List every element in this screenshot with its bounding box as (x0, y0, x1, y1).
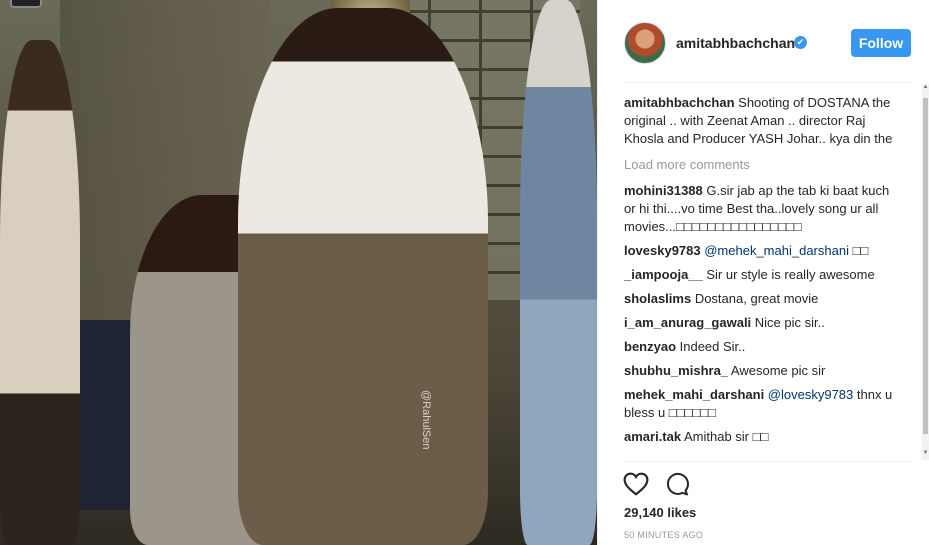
comments-scrollbar[interactable]: ▲ ▼ (922, 84, 929, 460)
comment-username[interactable]: i_am_anurag_gawali (624, 315, 751, 330)
actions-divider (624, 461, 911, 462)
scroll-thumb[interactable] (923, 98, 928, 434)
comment-item: lovesky9783 @mehek_mahi_darshani □□ (624, 242, 904, 260)
comment-username[interactable]: sholaslims (624, 291, 691, 306)
comment-text: Awesome pic sir (728, 363, 826, 378)
comment-username[interactable]: mohini31388 (624, 183, 703, 198)
comments-list[interactable]: amitabhbachchan Shooting of DOSTANA the … (624, 94, 904, 460)
verified-badge-icon: ✔ (794, 36, 807, 49)
photo-person-left (0, 40, 80, 545)
scroll-up-arrow-icon[interactable]: ▲ (922, 84, 929, 94)
comment-text: Sir ur style is really awesome (702, 267, 875, 282)
post-side-panel: amitabhbachchan ✔ Follow amitabhbachchan… (597, 0, 929, 545)
comment-username[interactable]: benzyao (624, 339, 676, 354)
post-header: amitabhbachchan ✔ Follow (598, 0, 929, 82)
comment-text: Indeed Sir.. (676, 339, 746, 354)
comment-item: mohini31388 G.sir jab ap the tab ki baat… (624, 182, 904, 236)
photo-person-right (520, 0, 597, 545)
comment-text: Dostana, great movie (691, 291, 819, 306)
comment-username[interactable]: mehek_mahi_darshani (624, 387, 764, 402)
post-photo[interactable]: @RahulSen (0, 0, 597, 545)
comment-text: Amithab sir □□ (681, 429, 769, 444)
comment-mention[interactable]: @mehek_mahi_darshani (701, 243, 849, 258)
header-divider (624, 82, 911, 83)
comment-item: mehek_mahi_darshani @lovesky9783 thnx u … (624, 386, 904, 422)
comment-username[interactable]: lovesky9783 (624, 243, 701, 258)
comment-item: _iampooja__ Sir ur style is really aweso… (624, 266, 904, 284)
post-username[interactable]: amitabhbachchan (676, 35, 795, 51)
comment-icon[interactable] (664, 472, 690, 496)
comment-text: Nice pic sir.. (751, 315, 825, 330)
photo-person-standing (238, 8, 488, 545)
comment-item: sholaslims Dostana, great movie (624, 290, 904, 308)
heart-icon[interactable] (623, 472, 649, 496)
photo-watermark: @RahulSen (420, 390, 432, 450)
scroll-down-arrow-icon[interactable]: ▼ (922, 450, 929, 460)
caption-username[interactable]: amitabhbachchan (624, 95, 735, 110)
caption: amitabhbachchan Shooting of DOSTANA the … (624, 94, 904, 148)
comment-text: □□ (848, 243, 869, 258)
follow-button[interactable]: Follow (851, 29, 911, 57)
post-timestamp: 50 MINUTES AGO (624, 530, 704, 540)
avatar[interactable] (624, 22, 666, 64)
comment-username[interactable]: amari.tak (624, 429, 681, 444)
comment-mention[interactable]: @lovesky9783 (764, 387, 853, 402)
comment-item: i_am_anurag_gawali Nice pic sir.. (624, 314, 904, 332)
comment-username[interactable]: shubhu_mishra_ (624, 363, 728, 378)
likes-count[interactable]: 29,140 likes (624, 505, 696, 520)
comment-username[interactable]: _iampooja__ (624, 267, 703, 282)
comment-item: benzyao Indeed Sir.. (624, 338, 904, 356)
comment-item: shubhu_mishra_ Awesome pic sir (624, 362, 904, 380)
comment-item: amari.tak Amithab sir □□ (624, 428, 904, 446)
load-more-comments-link[interactable]: Load more comments (624, 156, 904, 174)
top-left-control[interactable] (10, 0, 42, 8)
